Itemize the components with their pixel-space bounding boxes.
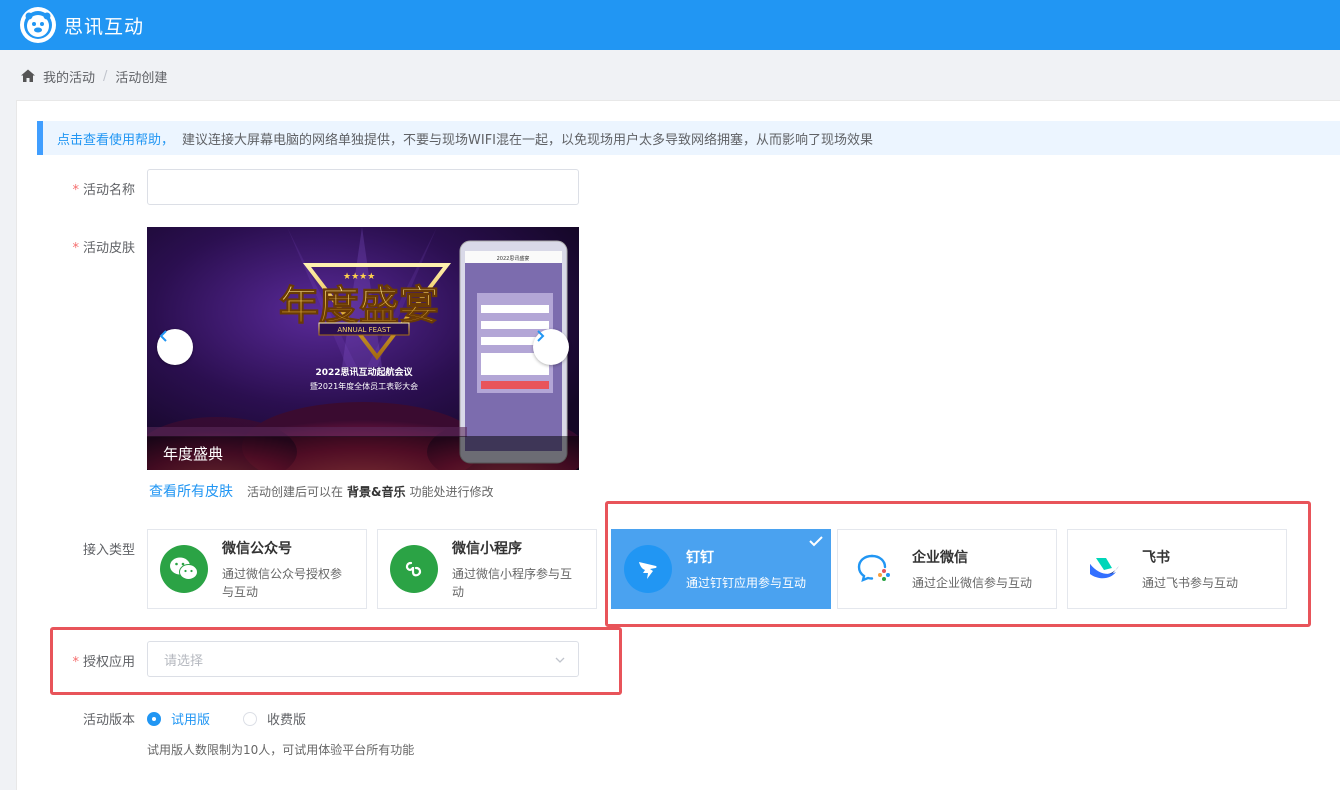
skin-hint-pre: 活动创建后可以在: [247, 484, 344, 499]
activity-name-label: * 活动名称: [72, 183, 135, 198]
breadcrumb-item-my-activities[interactable]: 我的活动: [43, 67, 95, 86]
miniprogram-icon: [390, 545, 438, 593]
access-card-title: 微信公众号: [222, 540, 292, 557]
breadcrumb: 我的活动 / 活动创建: [20, 66, 167, 86]
skin-title-art: 年度盛宴: [279, 283, 439, 329]
help-link[interactable]: 点击查看使用帮助，: [57, 129, 174, 148]
tiger-logo-icon[interactable]: [20, 7, 56, 43]
access-card-wechat-official[interactable]: 微信公众号 通过微信公众号授权参与互动: [147, 529, 367, 609]
version-hint: 试用版人数限制为10人，可试用体验平台所有功能: [147, 743, 415, 757]
access-card-desc: 通过微信公众号授权参与互动: [222, 566, 343, 599]
radio-dot[interactable]: [243, 711, 257, 726]
breadcrumb-separator: /: [103, 68, 108, 84]
activity-skin-label: * 活动皮肤: [72, 241, 135, 256]
skin-hint: 查看所有皮肤 活动创建后可以在 背景&音乐 功能处进行修改: [149, 481, 494, 501]
skin-carousel[interactable]: ★★★★ 年度盛宴 ANNUAL FEAST 2022思讯互动起航会议 暨202…: [147, 227, 579, 470]
access-card-title: 微信小程序: [452, 540, 522, 557]
svg-text:★★★★: ★★★★: [343, 272, 375, 282]
breadcrumb-item-create: 活动创建: [115, 70, 168, 86]
access-card-miniprogram[interactable]: 微信小程序 通过微信小程序参与互动: [377, 529, 597, 609]
phone-title: 2022思讯盛宴: [497, 255, 530, 262]
version-label: 活动版本: [82, 713, 135, 728]
skin-line2: 暨2021年度全体员工表彰大会: [310, 381, 418, 391]
auth-app-label: * 授权应用: [72, 655, 135, 670]
skin-preview-image: ★★★★ 年度盛宴 ANNUAL FEAST 2022思讯互动起航会议 暨202…: [147, 227, 579, 470]
radio-paid-version[interactable]: 收费版: [243, 709, 306, 728]
auth-app-select[interactable]: 请选择: [147, 641, 579, 677]
activity-name-input[interactable]: [147, 169, 579, 205]
skin-caption: 年度盛典: [147, 436, 579, 470]
app-name: 思讯互动: [64, 15, 145, 38]
auth-app-placeholder: 请选择: [164, 653, 204, 669]
notice-message: 建议连接大屏幕电脑的网络单独提供，不要与现场WIFI混在一起，以免现场用户太多导…: [182, 132, 874, 148]
home-icon: [21, 69, 35, 82]
skin-line1: 2022思讯互动起航会议: [315, 366, 413, 378]
radio-trial-version[interactable]: 试用版: [147, 709, 210, 728]
skin-hint-post: 功能处进行修改: [409, 484, 494, 499]
top-bar: 思讯互动: [0, 0, 1340, 50]
access-type-label: 接入类型: [82, 543, 135, 558]
skin-subtitle-art: ANNUAL FEAST: [337, 326, 391, 334]
radio-dot[interactable]: [147, 711, 161, 726]
radio-label: 试用版: [171, 713, 211, 728]
wechat-icon: [160, 545, 208, 593]
help-notice: 点击查看使用帮助， 建议连接大屏幕电脑的网络单独提供，不要与现场WIFI混在一起…: [37, 121, 1340, 155]
skin-hint-bold: 背景&音乐: [347, 484, 406, 499]
chevron-down-icon: [555, 657, 565, 663]
access-card-desc: 通过微信小程序参与互动: [452, 566, 573, 599]
radio-label: 收费版: [267, 713, 307, 728]
carousel-next-button[interactable]: [533, 329, 569, 365]
chevron-left-icon: [159, 330, 167, 342]
carousel-prev-button[interactable]: [157, 329, 193, 365]
main-panel: 点击查看使用帮助， 建议连接大屏幕电脑的网络单独提供，不要与现场WIFI混在一起…: [16, 100, 1340, 790]
highlight-box-access: [605, 501, 1311, 627]
view-all-skins-link[interactable]: 查看所有皮肤: [149, 481, 233, 501]
chevron-right-icon: [537, 330, 545, 342]
